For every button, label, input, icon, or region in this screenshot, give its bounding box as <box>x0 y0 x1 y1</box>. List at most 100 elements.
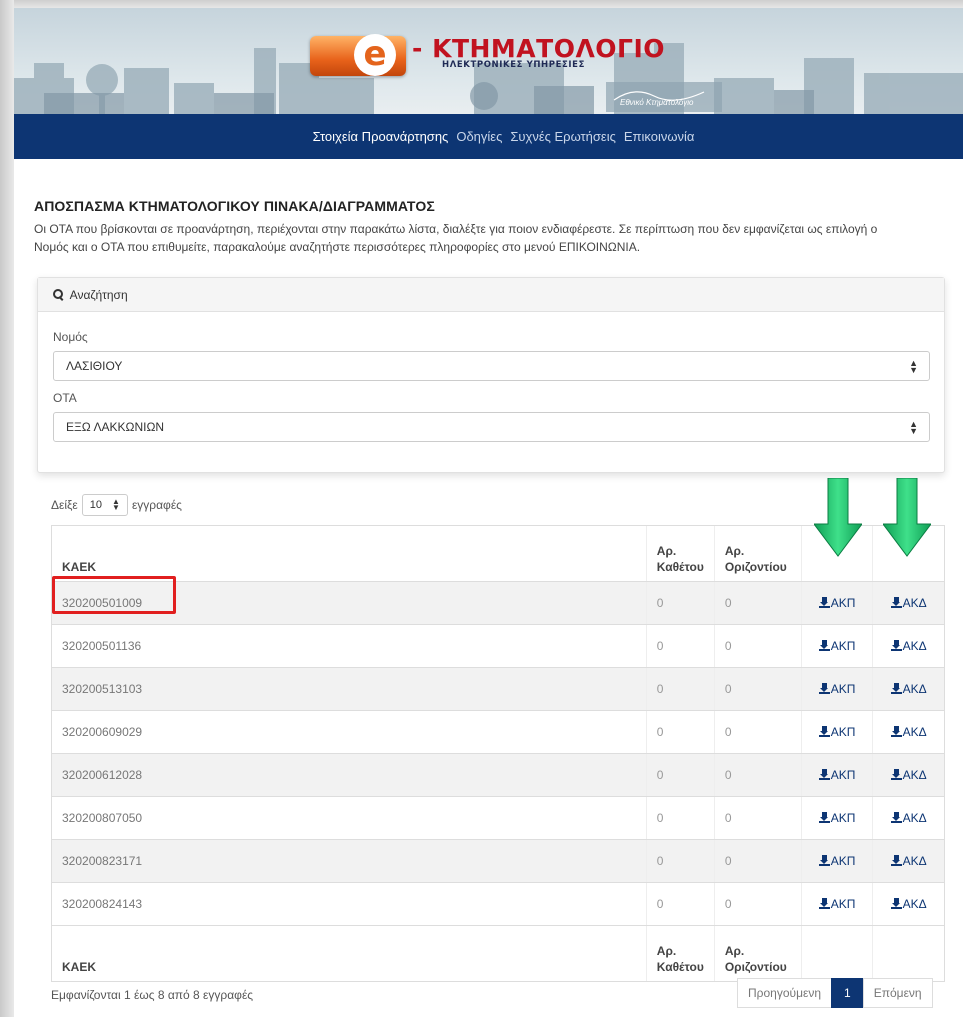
download-icon <box>890 597 902 608</box>
cell-kathetou: 0 <box>645 753 715 797</box>
page-length-prefix: Δείξε <box>51 498 78 512</box>
cell-kaek: 320200513103 <box>51 667 647 711</box>
download-akp-label: ΑΚΠ <box>830 854 856 868</box>
cell-kathetou: 0 <box>645 839 715 883</box>
select-caret-icon: ▲ ▼ <box>909 358 918 375</box>
download-akd-link[interactable]: ΑΚΔ <box>872 839 945 883</box>
download-akp-link[interactable]: ΑΚΠ <box>800 796 873 840</box>
cell-orizontiou: 0 <box>713 624 802 668</box>
nomos-select[interactable]: ΛΑΣΙΘΙΟΥ ▲ ▼ <box>53 351 930 381</box>
search-panel-body: Νομός ΛΑΣΙΘΙΟΥ ▲ ▼ ΟΤΑ ΕΞΩ ΛΑΚΚΩΝΙΩΝ ▲ ▼ <box>38 312 944 464</box>
download-akp-link[interactable]: ΑΚΠ <box>800 882 873 926</box>
pagination: Προηγούμενη 1 Επόμενη <box>737 978 933 1008</box>
cell-orizontiou: 0 <box>713 667 802 711</box>
download-icon <box>890 683 902 694</box>
download-akd-link[interactable]: ΑΚΔ <box>872 581 945 625</box>
cell-kaek: 320200823171 <box>51 839 647 883</box>
download-icon <box>890 726 902 737</box>
cell-kathetou: 0 <box>645 667 715 711</box>
download-akd-label: ΑΚΔ <box>902 639 927 653</box>
pagination-page-1[interactable]: 1 <box>831 978 864 1008</box>
page-length-select[interactable]: 10 ▲ ▼ <box>81 494 128 516</box>
download-icon <box>890 640 902 651</box>
cell-kathetou: 0 <box>645 710 715 754</box>
header-banner: e - ΚΤΗΜΑΤΟΛΟΓΙΟ ΗΛΕΚΤΡΟΝΙΚΕΣ ΥΠΗΡΕΣΙΕΣ … <box>14 8 963 114</box>
table-row: 320200807050 0 0 ΑΚΠ ΑΚΔ <box>51 796 945 840</box>
col-header-kaek[interactable]: ΚΑΕΚ <box>51 525 647 582</box>
download-icon <box>818 855 830 866</box>
download-akd-label: ΑΚΔ <box>902 897 927 911</box>
col-footer-kathetou-line2: Καθέτου <box>656 960 704 974</box>
download-akd-link[interactable]: ΑΚΔ <box>872 710 945 754</box>
col-footer-orizontiou: Αρ. Οριζοντίου <box>713 925 802 982</box>
nav-item-faq[interactable]: Συχνές Ερωτήσεις <box>510 129 616 144</box>
main-content: ΑΠΟΣΠΑΣΜΑ ΚΤΗΜΑΤΟΛΟΓΙΚΟΥ ΠΙΝΑΚΑ/ΔΙΑΓΡΑΜΜ… <box>34 198 934 256</box>
download-akp-link[interactable]: ΑΚΠ <box>800 839 873 883</box>
cell-orizontiou: 0 <box>713 710 802 754</box>
download-akp-link[interactable]: ΑΚΠ <box>800 710 873 754</box>
cell-orizontiou: 0 <box>713 796 802 840</box>
table-row: 320200501009 0 0 ΑΚΠ ΑΚΔ <box>51 581 945 625</box>
table-footer-row: ΚΑΕΚ Αρ. Καθέτου Αρ. Οριζοντίου <box>51 925 945 982</box>
page-length-value: 10 <box>89 499 103 511</box>
pagination-next[interactable]: Επόμενη <box>862 978 933 1008</box>
table-row: 320200823171 0 0 ΑΚΠ ΑΚΔ <box>51 839 945 883</box>
cell-orizontiou: 0 <box>713 839 802 883</box>
page-title: ΑΠΟΣΠΑΣΜΑ ΚΤΗΜΑΤΟΛΟΓΙΚΟΥ ΠΙΝΑΚΑ/ΔΙΑΓΡΑΜΜ… <box>34 198 435 214</box>
nav-item-proanartisi[interactable]: Στοιχεία Προανάρτησης <box>313 129 449 144</box>
intro-text: Οι ΟΤΑ που βρίσκονται σε προανάρτηση, πε… <box>34 222 878 254</box>
search-panel: Αναζήτηση Νομός ΛΑΣΙΘΙΟΥ ▲ ▼ ΟΤΑ ΕΞΩ ΛΑΚΚ… <box>37 277 945 473</box>
cell-kaek: 320200609029 <box>51 710 647 754</box>
download-akp-label: ΑΚΠ <box>830 639 856 653</box>
main-navbar: Στοιχεία Προανάρτησης Οδηγίες Συχνές Ερω… <box>14 114 963 159</box>
nav-item-contact[interactable]: Επικοινωνία <box>624 129 695 144</box>
download-akd-link[interactable]: ΑΚΔ <box>872 624 945 668</box>
highlight-box <box>52 576 176 614</box>
download-akd-link[interactable]: ΑΚΔ <box>872 753 945 797</box>
download-icon <box>818 597 830 608</box>
col-footer-orizontiou-line2: Οριζοντίου <box>724 960 787 974</box>
col-header-orizontiou-line2: Οριζοντίου <box>724 560 787 574</box>
download-akp-link[interactable]: ΑΚΠ <box>800 753 873 797</box>
cell-kathetou: 0 <box>645 796 715 840</box>
search-panel-title: Αναζήτηση <box>69 288 128 302</box>
download-akd-label: ΑΚΔ <box>902 596 927 610</box>
cell-orizontiou: 0 <box>713 581 802 625</box>
cell-kaek: 320200612028 <box>51 753 647 797</box>
download-akd-link[interactable]: ΑΚΔ <box>872 882 945 926</box>
ota-select[interactable]: ΕΞΩ ΛΑΚΚΩΝΙΩΝ ▲ ▼ <box>53 412 930 442</box>
nav-item-odigies[interactable]: Οδηγίες <box>456 129 502 144</box>
col-footer-kathetou-line1: Αρ. <box>656 944 677 958</box>
kaek-table: ΚΑΕΚ Αρ. Καθέτου Αρ. Οριζοντίου 32020050… <box>51 525 945 982</box>
download-akp-label: ΑΚΠ <box>830 897 856 911</box>
table-row: 320200824143 0 0 ΑΚΠ ΑΚΔ <box>51 882 945 926</box>
cell-kaek: 320200824143 <box>51 882 647 926</box>
download-icon <box>818 640 830 651</box>
pagination-previous[interactable]: Προηγούμενη <box>737 978 833 1008</box>
col-footer-akd <box>872 925 945 982</box>
download-icon <box>818 726 830 737</box>
download-akd-label: ΑΚΔ <box>902 768 927 782</box>
ota-label: ΟΤΑ <box>53 391 77 405</box>
download-akd-label: ΑΚΔ <box>902 811 927 825</box>
download-akd-label: ΑΚΔ <box>902 725 927 739</box>
download-akd-label: ΑΚΔ <box>902 854 927 868</box>
download-akp-link[interactable]: ΑΚΠ <box>800 667 873 711</box>
table-row: 320200609029 0 0 ΑΚΠ ΑΚΔ <box>51 710 945 754</box>
col-header-kathetou[interactable]: Αρ. Καθέτου <box>645 525 715 582</box>
download-akd-label: ΑΚΔ <box>902 682 927 696</box>
download-icon <box>818 769 830 780</box>
download-akd-link[interactable]: ΑΚΔ <box>872 796 945 840</box>
col-header-orizontiou[interactable]: Αρ. Οριζοντίου <box>713 525 802 582</box>
download-akd-link[interactable]: ΑΚΔ <box>872 667 945 711</box>
download-akp-link[interactable]: ΑΚΠ <box>800 624 873 668</box>
download-akp-link[interactable]: ΑΚΠ <box>800 581 873 625</box>
ktimatologio-mark: Εθνικό Κτηματολόγιο <box>620 98 694 107</box>
table-row: 320200501136 0 0 ΑΚΠ ΑΚΔ <box>51 624 945 668</box>
page-length-suffix: εγγραφές <box>131 498 182 512</box>
arrow-down-icon <box>883 478 931 557</box>
col-header-kathetou-line1: Αρ. <box>656 544 677 558</box>
cell-kaek: 320200807050 <box>51 796 647 840</box>
logo-e-icon: e <box>354 34 396 76</box>
download-icon <box>818 683 830 694</box>
